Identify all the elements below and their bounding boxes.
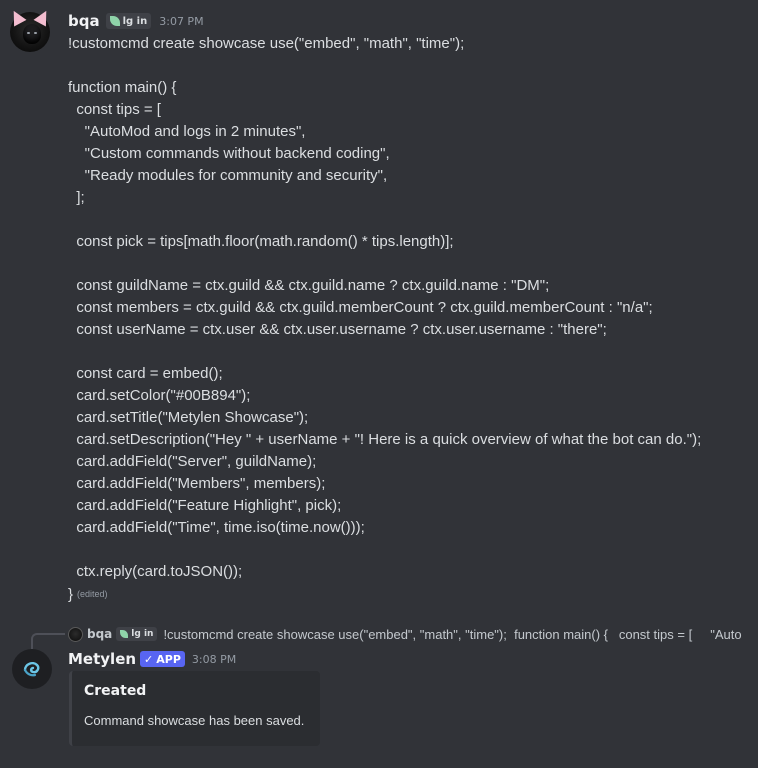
- reply-avatar: [68, 626, 83, 642]
- bot-embed: Created Command showcase has been saved.: [69, 671, 320, 746]
- app-badge: ✓ APP: [140, 651, 185, 667]
- closing-line: } (edited): [68, 583, 108, 605]
- leaf-icon: [120, 630, 129, 638]
- embed-description: Command showcase has been saved.: [84, 713, 305, 728]
- reply-spine: [31, 633, 65, 649]
- reply-author[interactable]: bqa: [87, 627, 112, 641]
- user-avatar[interactable]: [7, 7, 53, 54]
- server-tag-label: lg in: [122, 15, 148, 27]
- bot-avatar[interactable]: [12, 649, 52, 689]
- bot-timestamp[interactable]: 3:08 PM: [192, 653, 236, 666]
- timestamp[interactable]: 3:07 PM: [159, 15, 203, 28]
- server-tag[interactable]: lg in: [105, 13, 152, 29]
- author-name[interactable]: bqa: [68, 12, 100, 30]
- reply-tag-label: lg in: [131, 629, 154, 639]
- check-icon: ✓: [144, 652, 154, 666]
- leaf-icon: [109, 16, 120, 26]
- bot-message-header: Metylen ✓ APP 3:08 PM: [68, 649, 236, 669]
- metylen-swirl-icon: [23, 662, 40, 677]
- message-header: bqa lg in 3:07 PM: [68, 11, 204, 31]
- reply-reference[interactable]: bqa lg in !customcmd create showcase use…: [68, 624, 742, 644]
- chat-view: bqa lg in 3:07 PM !customcmd create show…: [0, 0, 758, 768]
- bot-name[interactable]: Metylen: [68, 650, 136, 668]
- message-content: !customcmd create showcase use("embed", …: [68, 35, 702, 580]
- reply-server-tag: lg in: [116, 627, 158, 641]
- embed-title: Created: [84, 683, 147, 699]
- closing-brace: }: [68, 585, 74, 603]
- reply-preview[interactable]: !customcmd create showcase use("embed", …: [163, 627, 741, 642]
- edited-label: (edited): [77, 589, 108, 599]
- app-badge-label: APP: [156, 652, 181, 666]
